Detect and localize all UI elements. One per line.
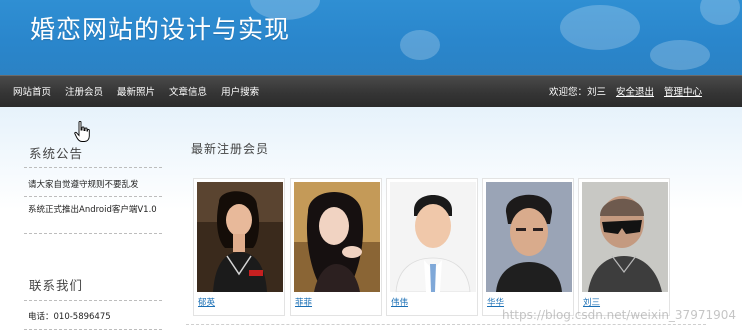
logout-link[interactable]: 安全退出 <box>616 84 654 98</box>
divider <box>24 233 162 234</box>
site-title: 婚恋网站的设计与实现 <box>30 15 291 44</box>
member-name-link[interactable]: 华华 <box>487 296 504 308</box>
nav-item-search[interactable]: 用户搜索 <box>221 84 259 98</box>
latest-members-title: 最新注册会员 <box>191 142 270 156</box>
member-photo[interactable] <box>486 182 572 292</box>
nav-item-photos[interactable]: 最新照片 <box>117 84 155 98</box>
announcement-item[interactable]: 系统正式推出Android客户端V1.0 <box>28 204 164 216</box>
main-nav: 网站首页 注册会员 最新照片 文章信息 用户搜索 欢迎您：刘三 安全退出 管理中… <box>0 75 742 107</box>
member-card[interactable]: 伟伟 <box>386 178 478 316</box>
contact-title: 联系我们 <box>29 278 84 293</box>
site-banner: 婚恋网站的设计与实现 <box>0 0 742 75</box>
banner-decoration <box>650 40 710 70</box>
member-photo[interactable] <box>582 182 668 292</box>
announcement-item[interactable]: 请大家自觉遵守规则不要乱发 <box>28 179 164 191</box>
divider <box>24 329 162 330</box>
divider <box>24 167 162 168</box>
admin-link[interactable]: 管理中心 <box>664 84 702 98</box>
member-photo[interactable] <box>197 182 283 292</box>
member-card[interactable]: 刘三 <box>578 178 670 316</box>
member-card[interactable]: 华华 <box>482 178 574 316</box>
member-name-link[interactable]: 伟伟 <box>391 296 408 308</box>
member-card[interactable]: 郁英 <box>193 178 285 316</box>
divider <box>186 324 706 325</box>
member-name-link[interactable]: 菲菲 <box>295 296 312 308</box>
member-card[interactable]: 菲菲 <box>290 178 382 316</box>
member-name-link[interactable]: 郁英 <box>198 296 215 308</box>
contact-phone: 电话：010-5896475 <box>28 312 111 322</box>
user-area: 欢迎您：刘三 安全退出 管理中心 <box>549 76 702 106</box>
nav-item-articles[interactable]: 文章信息 <box>169 84 207 98</box>
banner-decoration <box>700 0 740 25</box>
nav-links: 网站首页 注册会员 最新照片 文章信息 用户搜索 <box>13 76 273 106</box>
member-name-link[interactable]: 刘三 <box>583 296 600 308</box>
announcement-title: 系统公告 <box>29 146 84 161</box>
nav-item-home[interactable]: 网站首页 <box>13 84 51 98</box>
welcome-text: 欢迎您：刘三 <box>548 87 606 98</box>
banner-decoration <box>560 5 640 50</box>
divider <box>24 196 162 197</box>
watermark-text: https://blog.csdn.net/weixin_37971904 <box>501 308 736 322</box>
member-photo[interactable] <box>294 182 380 292</box>
divider <box>24 300 162 301</box>
banner-decoration <box>400 30 440 60</box>
hand-pointer-icon <box>74 121 90 143</box>
member-photo[interactable] <box>390 182 476 292</box>
nav-item-register[interactable]: 注册会员 <box>65 84 103 98</box>
